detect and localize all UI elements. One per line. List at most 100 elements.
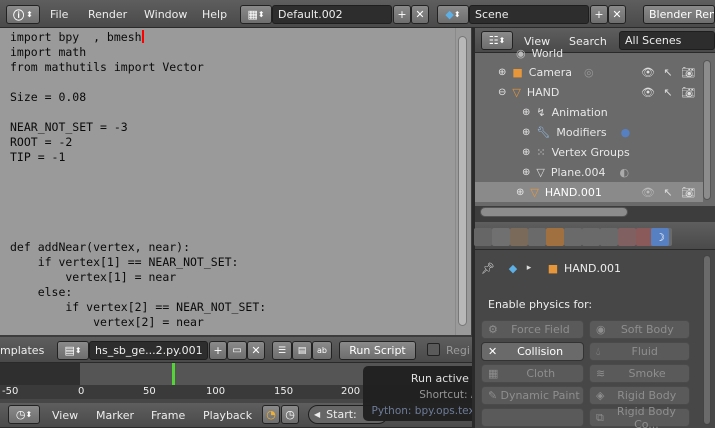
ruler-tick: 200 bbox=[341, 386, 361, 397]
text-scrollbar-thumb[interactable] bbox=[458, 36, 467, 326]
code-line: else: bbox=[10, 285, 73, 299]
screen-layout-name-field[interactable]: Default.002 bbox=[272, 5, 392, 24]
menu-file[interactable]: File bbox=[50, 8, 68, 21]
delete-scene-button[interactable]: ✕ bbox=[608, 5, 626, 24]
ruler-tick: 50 bbox=[143, 386, 156, 397]
scene-selector[interactable]: ◆ ⬍ bbox=[437, 5, 469, 24]
code-line: vertex[2] = near bbox=[10, 315, 204, 329]
renderable-camera-icon[interactable]: 📷︎ bbox=[681, 64, 695, 80]
rigid-body-button[interactable]: ◈ Rigid Body bbox=[589, 386, 690, 405]
timeline-menu-playback[interactable]: Playback bbox=[203, 409, 252, 422]
menu-help[interactable]: Help bbox=[202, 8, 227, 21]
outliner-row-animation[interactable]: ⊕ ↯ Animation bbox=[478, 102, 698, 122]
force-field-button[interactable]: ⚙ Force Field bbox=[481, 320, 584, 339]
code-line: NEAR_NOT_SET = -3 bbox=[10, 120, 128, 134]
rigid-body-icon: ◈ bbox=[596, 389, 605, 402]
text-file-icon: ▤ bbox=[64, 344, 75, 357]
timeline-menu-frame[interactable]: Frame bbox=[151, 409, 185, 422]
visibility-eye-icon[interactable]: 👁︎ bbox=[641, 64, 655, 80]
syntax-icon: ab bbox=[317, 346, 327, 355]
add-scene-button[interactable]: + bbox=[590, 5, 608, 24]
close-icon: ✕ bbox=[415, 8, 425, 21]
templates-menu[interactable]: mplates bbox=[0, 344, 44, 357]
world-tab-icon[interactable] bbox=[528, 228, 546, 246]
wrench-icon: 🔧︎ bbox=[536, 125, 551, 139]
render-engine-dropdown[interactable]: Blender Rend bbox=[643, 5, 715, 24]
outliner-row-vertex-groups[interactable]: ⊕ ⁙ Vertex Groups bbox=[478, 142, 698, 162]
chevron-icon: ⬍ bbox=[26, 10, 33, 19]
rigid-body-constraint-button[interactable]: ⧉ Rigid Body Co... bbox=[589, 405, 690, 428]
outliner-row-modifiers[interactable]: ⊕ 🔧︎ Modifiers ● bbox=[478, 122, 698, 142]
visibility-eye-icon[interactable]: 👁︎ bbox=[641, 84, 655, 100]
visibility-eye-icon[interactable]: 👁︎ bbox=[641, 184, 655, 200]
selectable-cursor-icon[interactable]: ↖ bbox=[662, 64, 674, 80]
properties-scrollbar[interactable] bbox=[703, 255, 711, 425]
outliner-row-plane[interactable]: ⊕ ▽ Plane.004 ◐ bbox=[478, 162, 698, 182]
outliner-item-label: HAND bbox=[526, 85, 560, 99]
text-file-name-field[interactable]: hs_sb_ge...2.py.001 bbox=[89, 341, 208, 360]
screen-layout-selector[interactable]: ▦ ⬍ bbox=[240, 5, 272, 24]
renderable-camera-icon[interactable]: 📷︎ bbox=[681, 184, 695, 200]
selectable-cursor-icon[interactable]: ↖ bbox=[662, 184, 674, 200]
outliner-vscroll-thumb[interactable] bbox=[703, 60, 711, 200]
timeline-menu-marker[interactable]: Marker bbox=[96, 409, 134, 422]
vertex-groups-icon: ⁙ bbox=[536, 145, 546, 159]
pin-icon[interactable]: 📌︎ bbox=[481, 260, 495, 276]
info-editor-type-button[interactable]: ⓘ ⬍ bbox=[6, 5, 40, 24]
word-wrap-toggle[interactable]: ▤ bbox=[292, 341, 312, 360]
outliner-item-label: World bbox=[531, 46, 564, 60]
open-text-button[interactable]: ▭ bbox=[227, 341, 247, 360]
delete-layout-button[interactable]: ✕ bbox=[411, 5, 429, 24]
unlink-text-button[interactable]: ✕ bbox=[247, 341, 265, 360]
cloth-button[interactable]: ▦ Cloth bbox=[481, 364, 584, 383]
run-script-button[interactable]: Run Script bbox=[339, 341, 416, 360]
modifiers-tab-wrench-icon[interactable] bbox=[582, 228, 600, 246]
mesh-data-icon: ▽ bbox=[536, 165, 545, 179]
renderable-camera-icon[interactable]: 📷︎ bbox=[681, 84, 695, 100]
preview-range-toggle[interactable]: ◔ bbox=[262, 405, 280, 424]
current-frame-marker[interactable] bbox=[172, 363, 175, 385]
blank-physics-button[interactable] bbox=[481, 408, 584, 427]
selectable-cursor-icon[interactable]: ↖ bbox=[662, 84, 674, 100]
line-numbers-toggle[interactable]: ☰ bbox=[272, 341, 292, 360]
syntax-highlight-toggle[interactable]: ab bbox=[312, 341, 332, 360]
ruler-tick: 100 bbox=[206, 386, 226, 397]
register-label: Regi bbox=[446, 344, 470, 357]
outliner-item-label: Vertex Groups bbox=[551, 145, 630, 159]
scene-icon: ◆ bbox=[445, 8, 454, 21]
close-icon: ✕ bbox=[612, 8, 622, 21]
text-datablock-selector[interactable]: ▤ ⬍ bbox=[57, 341, 89, 360]
object-tab-icon[interactable] bbox=[546, 228, 564, 246]
dynamic-paint-button[interactable]: ✎ Dynamic Paint bbox=[481, 386, 584, 405]
enable-physics-label: Enable physics for: bbox=[488, 298, 593, 311]
camera-data-icon: ◎ bbox=[583, 65, 594, 79]
new-text-button[interactable]: + bbox=[209, 341, 227, 360]
preview-range-clock-toggle[interactable]: ◷ bbox=[281, 405, 299, 424]
outliner-hscroll-thumb[interactable] bbox=[480, 207, 628, 217]
smoke-button[interactable]: ≋ Smoke bbox=[589, 364, 690, 383]
scene-tab-icon[interactable] bbox=[510, 228, 528, 246]
outliner-row-world[interactable]: ◉ World bbox=[478, 43, 698, 63]
collision-button[interactable]: ✕ Collision bbox=[481, 342, 584, 361]
scene-breadcrumb-icon: ◆ bbox=[508, 261, 518, 275]
code-line: vertex[1] = near bbox=[10, 270, 177, 284]
timeline-menu-view[interactable]: View bbox=[52, 409, 78, 422]
constraints-tab-icon[interactable] bbox=[564, 228, 582, 246]
menu-render[interactable]: Render bbox=[88, 8, 127, 21]
add-layout-button[interactable]: + bbox=[393, 5, 411, 24]
soft-body-button[interactable]: ◉ Soft Body bbox=[589, 320, 690, 339]
material-tab-icon[interactable] bbox=[618, 228, 636, 246]
info-icon: ⓘ bbox=[13, 8, 25, 22]
render-layers-tab-icon[interactable] bbox=[492, 228, 510, 246]
plus-icon: + bbox=[397, 8, 407, 21]
render-tab-camera-icon[interactable] bbox=[474, 228, 492, 246]
text-editor-area[interactable]: import bpy , bmesh import math from mathut… bbox=[0, 28, 455, 335]
data-tab-mesh-icon[interactable] bbox=[600, 228, 618, 246]
force-field-icon: ⚙ bbox=[488, 323, 498, 336]
timeline-editor-type-button[interactable]: ◷ ⬍ bbox=[8, 405, 40, 424]
register-checkbox[interactable] bbox=[427, 343, 440, 356]
scene-name-field[interactable]: Scene bbox=[469, 5, 589, 24]
menu-window[interactable]: Window bbox=[144, 8, 187, 21]
fluid-button[interactable]: 💧︎ Fluid bbox=[589, 342, 690, 361]
world-icon: ◉ bbox=[516, 46, 526, 60]
